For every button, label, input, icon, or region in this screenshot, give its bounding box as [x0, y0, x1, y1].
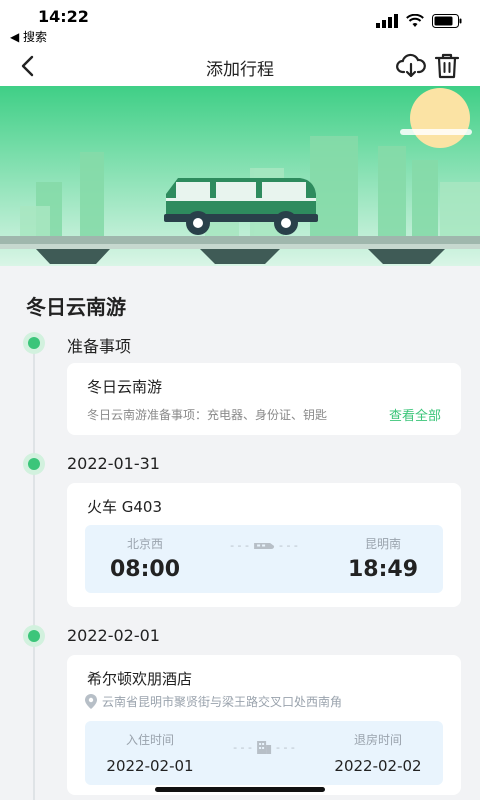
signal-icon: [376, 14, 398, 28]
segment-connector: - - - - - -: [233, 740, 295, 754]
timeline-dot: [23, 625, 45, 647]
wifi-icon: [406, 14, 424, 27]
cloud-download-icon[interactable]: [396, 53, 426, 79]
prep-card-desc: 冬日云南游准备事项：充电器、身份证、钥匙: [87, 408, 328, 422]
checkout-label: 退房时间: [353, 733, 402, 747]
trip-title: 冬日云南游: [26, 295, 126, 319]
trip-banner-illustration: [0, 86, 480, 266]
train-card[interactable]: 火车 G403 北京西 08:00 - - - - - - 昆明南 18:49: [67, 483, 461, 607]
checkout-date: 2022-02-02: [334, 757, 422, 775]
train-icon: [254, 542, 274, 549]
segment-connector: - - - - - -: [230, 539, 298, 552]
to-station: 昆明南: [364, 537, 401, 551]
nav-bar: 添加行程: [0, 46, 480, 86]
timeline-line: [33, 343, 35, 800]
sun-icon: [410, 88, 470, 148]
section-date-2: 2022-02-01: [67, 626, 160, 645]
train-card-title: 火车 G403: [87, 498, 163, 516]
prep-card-title: 冬日云南游: [87, 378, 163, 396]
status-bar: 14:22 ◀ 搜索: [0, 0, 480, 46]
train-segment: 北京西 08:00 - - - - - - 昆明南 18:49: [85, 525, 443, 593]
from-station: 北京西: [126, 537, 163, 551]
back-to-app-link[interactable]: ◀ 搜索: [10, 28, 47, 45]
home-indicator[interactable]: [155, 787, 325, 792]
hotel-name: 希尔顿欢朋酒店: [87, 670, 193, 688]
hotel-card[interactable]: 希尔顿欢朋酒店 云南省昆明市聚贤街与梁王路交叉口处西南角 入住时间 2022-0…: [67, 655, 461, 795]
section-date-1: 2022-01-31: [67, 454, 160, 473]
prep-card[interactable]: 冬日云南游 冬日云南游准备事项：充电器、身份证、钥匙 查看全部: [67, 363, 461, 435]
depart-time: 08:00: [109, 557, 181, 582]
status-time: 14:22: [38, 7, 89, 26]
view-all-link[interactable]: 查看全部: [382, 405, 441, 424]
trash-icon[interactable]: [434, 52, 460, 80]
checkin-label: 入住时间: [125, 733, 174, 747]
location-pin-icon: [85, 694, 97, 709]
timeline-dot: [23, 453, 45, 475]
system-icons: [376, 14, 462, 28]
battery-icon: [432, 14, 462, 28]
building-icon: [257, 741, 271, 754]
checkin-date: 2022-02-01: [106, 757, 194, 775]
timeline-dot: [23, 332, 45, 354]
hotel-segment: 入住时间 2022-02-01 - - - - - - 退房时间 2022-02…: [85, 721, 443, 785]
arrive-time: 18:49: [347, 557, 419, 582]
hotel-address-text: 云南省昆明市聚贤街与梁王路交叉口处西南角: [102, 695, 343, 709]
section-label-prep: 准备事项: [67, 337, 132, 356]
hotel-address: 云南省昆明市聚贤街与梁王路交叉口处西南角: [85, 693, 342, 710]
